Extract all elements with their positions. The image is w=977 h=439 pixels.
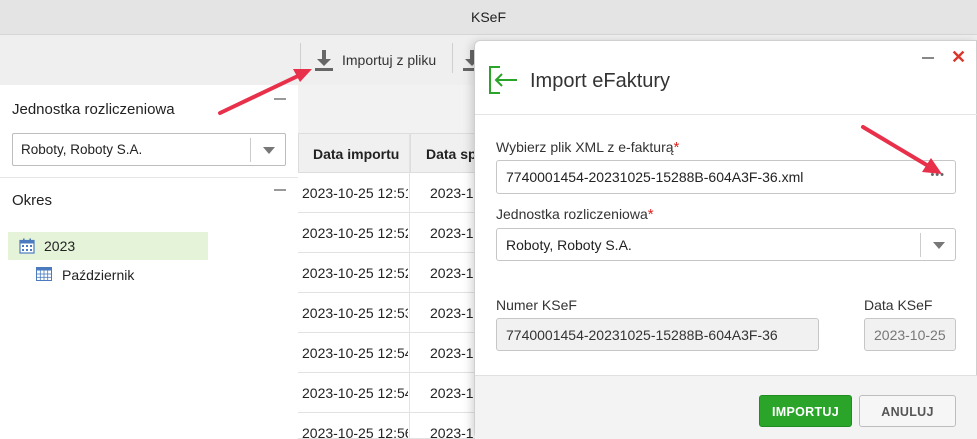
import-efaktura-dialog: Import eFaktury ✕ Wybierz plik XML z e-f… [474,40,977,439]
import-from-file-label: Importuj z pliku [342,52,437,68]
dialog-title: Import eFaktury [530,70,671,92]
close-icon[interactable]: ✕ [951,48,966,66]
xml-file-field[interactable]: 7740001454-20231025-15288B-604A3F-36.xml… [496,160,956,194]
ellipsis-icon[interactable]: ••• [930,169,945,181]
required-marker: * [647,206,654,223]
period-section-title: Okres [12,192,53,209]
cancel-button[interactable]: ANULUJ [859,395,956,427]
dialog-footer: IMPORTUJ ANULUJ [475,375,977,439]
calendar-icon [19,238,35,254]
ksef-date-label: Data KSeF [864,297,933,313]
table-cell: 2023-10 [430,225,474,241]
table-cell: 2023-10 [430,345,474,361]
import-button[interactable]: IMPORTUJ [759,395,852,427]
table-cell: 2023-10-25 12:54 [302,385,408,401]
ksef-number-value: 7740001454-20231025-15288B-604A3F-36 [506,327,778,343]
tree-item-year-label: 2023 [44,238,76,254]
ksef-number-label: Numer KSeF [496,297,577,313]
table-cell: 2023-10-25 12:52 [302,265,408,281]
import-icon [489,66,517,94]
unit-select[interactable]: Roboty, Roboty S.A. [12,133,286,166]
collapse-period-section-icon[interactable] [274,189,286,191]
import-from-file-button[interactable]: Importuj z pliku [314,43,436,77]
table-cell: 2023-10-25 12:54 [302,345,408,361]
table-cell: 2023-10 [430,185,474,201]
unit-select-dialog-value: Roboty, Roboty S.A. [506,237,632,253]
table-cell: 2023-10 [430,265,474,281]
unit-section-title: Jednostka rozliczeniowa [12,101,175,118]
table-cell: 2023-10-25 12:56 [302,425,408,439]
ksef-date-field: 2023-10-25 [864,318,956,351]
required-marker: * [673,139,680,156]
unit-select-value: Roboty, Roboty S.A. [21,142,143,157]
tree-item-month[interactable]: Październik [62,267,134,283]
month-grid-icon [36,267,52,281]
ksef-date-value: 2023-10-25 [874,327,946,343]
xml-file-value: 7740001454-20231025-15288B-604A3F-36.xml [506,169,804,185]
tree-item-year[interactable]: 2023 [8,232,208,260]
minimize-icon[interactable] [922,57,934,59]
chevron-down-icon[interactable] [933,242,945,249]
chevron-down-icon[interactable] [263,147,275,154]
table-cell: 2023-10-25 12:53 [302,305,408,321]
collapse-unit-section-icon[interactable] [274,98,286,100]
table-cell: 2023-10 [430,385,474,401]
table-cell: 2023-10-25 12:51 [302,185,408,201]
ksef-number-field: 7740001454-20231025-15288B-604A3F-36 [496,318,819,351]
divider [0,177,298,178]
table-cell: 2023-10 [430,425,474,439]
window-title-bar: KSeF [0,0,977,35]
left-panel: Jednostka rozliczeniowa Roboty, Roboty S… [0,35,298,439]
unit-field-label: Jednostka rozliczeniowa* [496,206,654,223]
column-header-import-date[interactable]: Data importu [298,133,410,173]
app-title: KSeF [470,9,506,25]
unit-select-dialog[interactable]: Roboty, Roboty S.A. [496,228,956,261]
table-cell: 2023-10 [430,305,474,321]
file-field-label: Wybierz plik XML z e-fakturą* [496,139,680,156]
download-icon [315,50,333,71]
table-cell: 2023-10-25 12:52 [302,225,408,241]
